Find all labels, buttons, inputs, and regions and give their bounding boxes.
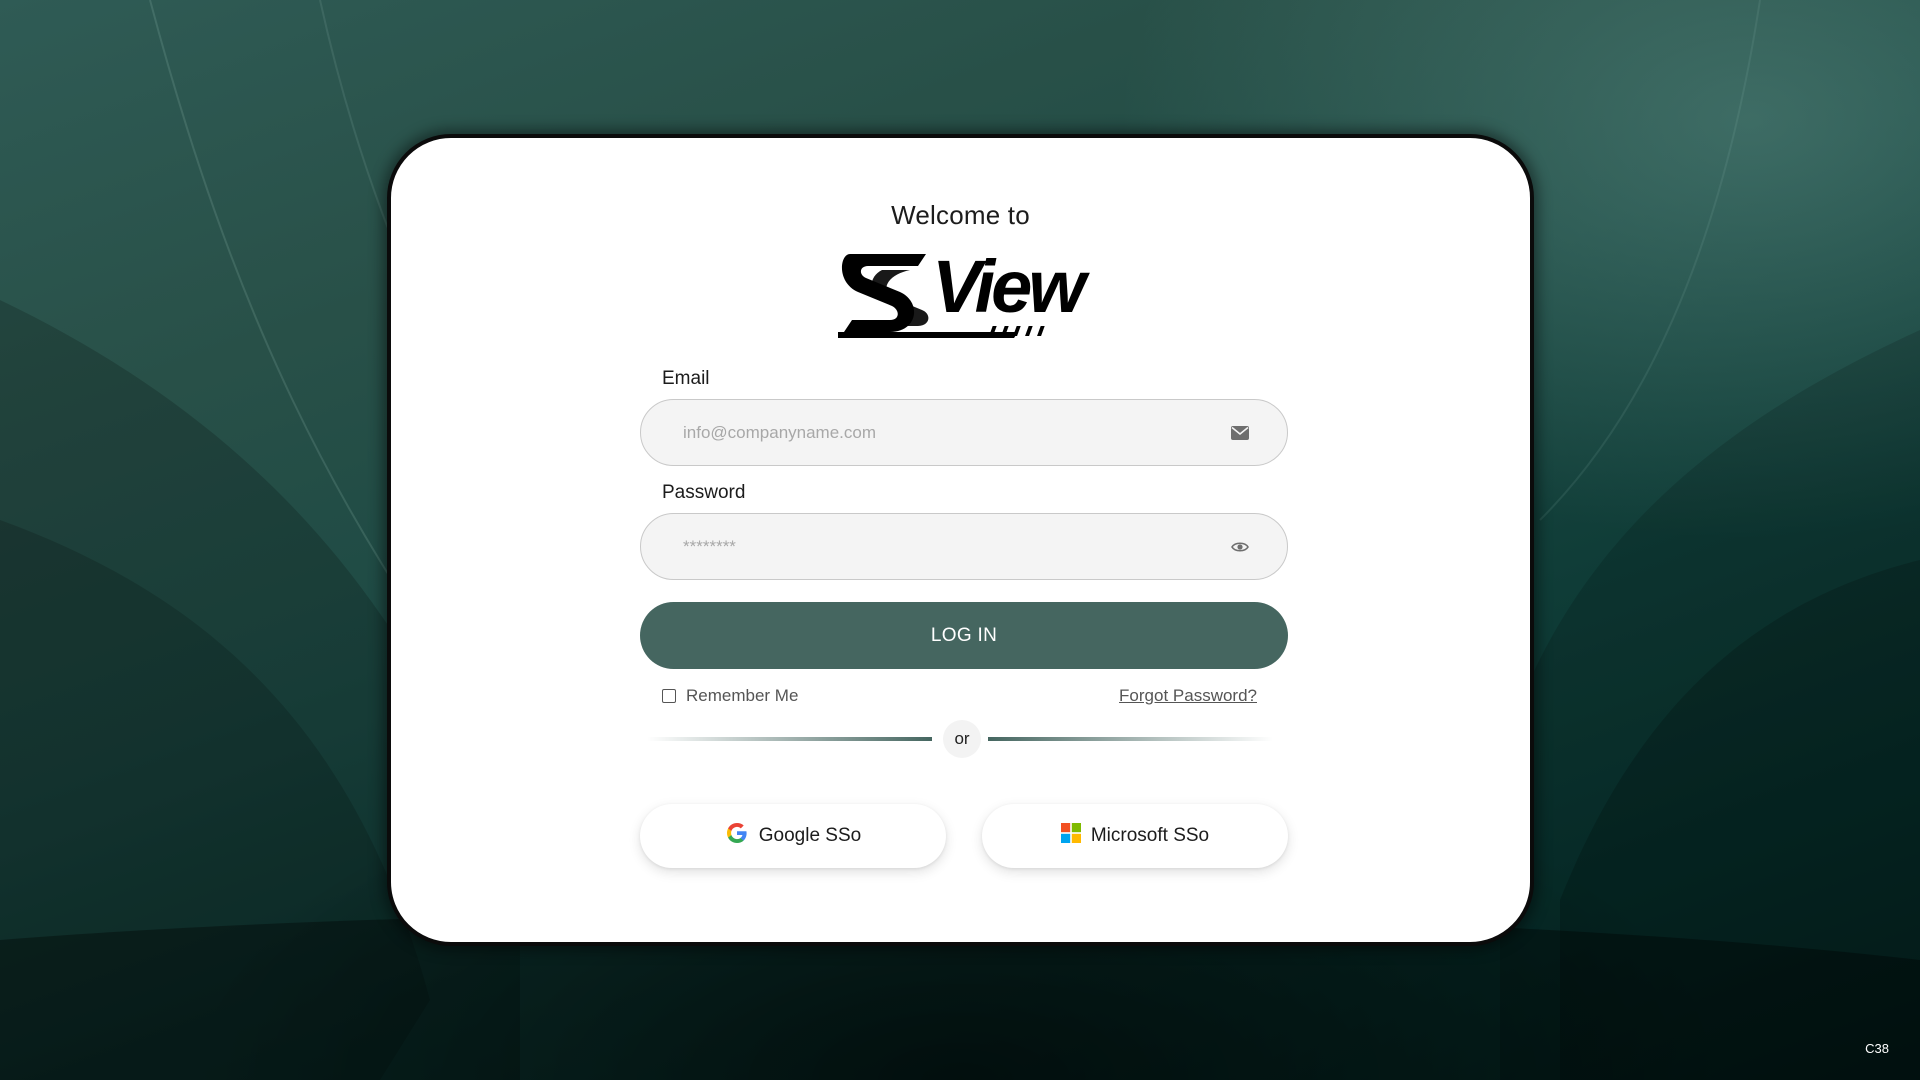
version-code: C38 [1865, 1041, 1889, 1056]
microsoft-sso-button[interactable]: Microsoft SSo [982, 804, 1288, 868]
google-icon [725, 821, 749, 851]
email-field-container [640, 399, 1288, 466]
remember-me-label: Remember Me [686, 686, 799, 705]
svg-text:View: View [932, 245, 1090, 328]
welcome-heading: Welcome to [891, 200, 1030, 230]
password-field-container [640, 513, 1288, 580]
google-sso-button[interactable]: Google SSo [640, 804, 946, 868]
login-button[interactable]: LOG IN [640, 602, 1288, 669]
eye-icon[interactable] [1229, 537, 1251, 557]
divider-line-right [988, 737, 1273, 741]
or-divider: or [943, 720, 981, 758]
envelope-icon [1229, 423, 1251, 443]
microsoft-sso-label: Microsoft SSo [1090, 825, 1210, 846]
email-label: Email [662, 368, 710, 389]
forgot-password-link[interactable]: Forgot Password? [1119, 686, 1257, 706]
login-card: Welcome to View Email Password [387, 134, 1534, 946]
divider-line-left [647, 737, 932, 741]
email-input[interactable] [683, 400, 1203, 465]
remember-me[interactable]: Remember Me [662, 686, 798, 706]
remember-me-checkbox[interactable] [662, 689, 676, 703]
password-input[interactable] [683, 514, 1203, 579]
microsoft-icon [1060, 823, 1081, 849]
password-label: Password [662, 482, 746, 503]
google-sso-label: Google SSo [758, 825, 862, 846]
sview-logo: View [838, 245, 1090, 338]
